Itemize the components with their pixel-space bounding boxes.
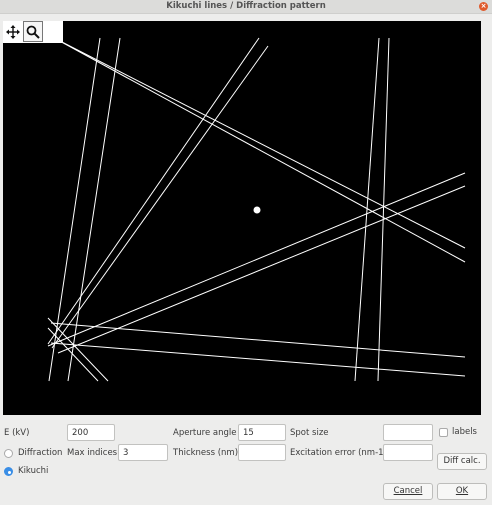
magnifier-icon	[26, 25, 40, 39]
kikuchi-line	[377, 37, 390, 382]
kikuchi-line	[50, 322, 466, 358]
labels-checkbox[interactable]	[439, 428, 448, 437]
pan-button[interactable]	[3, 21, 23, 42]
cancel-button[interactable]: Cancel	[383, 483, 433, 500]
ok-button-label: OK	[455, 486, 469, 496]
e-input[interactable]: 200	[67, 424, 115, 441]
aperture-label: Aperture angle	[173, 428, 237, 438]
plot-toolbar	[3, 21, 63, 43]
diffraction-radio[interactable]	[4, 449, 13, 458]
kikuchi-label: Kikuchi	[18, 466, 49, 476]
max-indices-input[interactable]: 3	[118, 444, 168, 461]
labels-label: labels	[452, 427, 477, 437]
spot-size-input[interactable]	[383, 424, 433, 441]
move-arrows-icon	[6, 24, 20, 39]
kikuchi-line	[57, 185, 466, 354]
kikuchi-line	[354, 37, 380, 382]
spot-size-label: Spot size	[290, 428, 329, 438]
window-title: Kikuchi lines / Diffraction pattern	[166, 1, 326, 11]
kikuchi-line	[47, 37, 260, 345]
close-icon[interactable]: ×	[479, 2, 488, 11]
center-spot	[253, 206, 261, 214]
cancel-button-label: Cancel	[393, 486, 423, 496]
aperture-input[interactable]: 15	[238, 424, 286, 441]
kikuchi-line	[47, 317, 109, 382]
kikuchi-line	[57, 39, 466, 249]
kikuchi-plot-svg	[22, 21, 466, 382]
title-bar: Kikuchi lines / Diffraction pattern ×	[0, 0, 492, 14]
kikuchi-line	[51, 45, 269, 349]
kikuchi-line	[50, 342, 466, 377]
ok-button[interactable]: OK	[437, 483, 487, 500]
kikuchi-radio[interactable]	[4, 467, 13, 476]
e-label: E (kV)	[4, 428, 30, 438]
thickness-label: Thickness (nm)	[173, 448, 239, 458]
kikuchi-line	[67, 37, 121, 382]
diffraction-label: Diffraction	[18, 448, 63, 458]
kikuchi-plot[interactable]	[3, 21, 481, 415]
diff-calc-button[interactable]: Diff calc.	[437, 453, 487, 470]
kikuchi-line	[22, 21, 466, 263]
thickness-input[interactable]	[238, 444, 286, 461]
excitation-error-input[interactable]	[383, 444, 433, 461]
max-indices-label: Max indices	[67, 448, 118, 458]
zoom-button[interactable]	[23, 21, 43, 42]
kikuchi-line	[48, 37, 101, 382]
kikuchi-line	[47, 172, 466, 347]
excitation-error-label: Excitation error (nm-1)	[290, 448, 387, 458]
